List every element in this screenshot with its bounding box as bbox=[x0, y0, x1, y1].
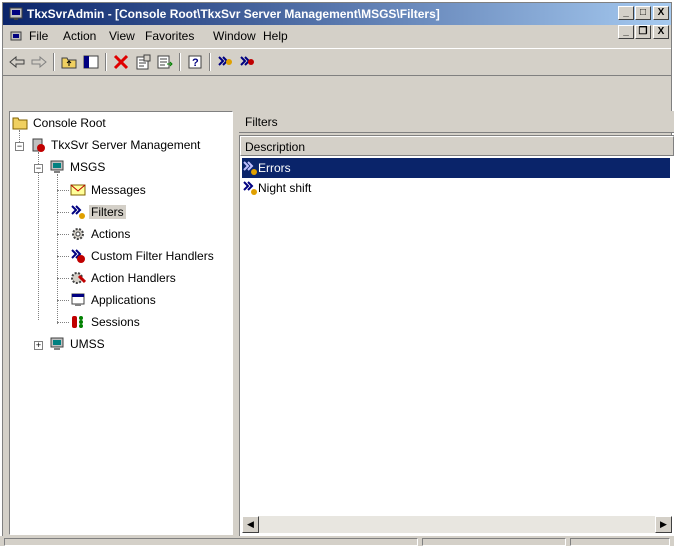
tree-item-label: Action Handlers bbox=[91, 271, 176, 285]
menu-file[interactable]: File bbox=[29, 29, 48, 43]
scroll-left-button[interactable]: ◀ bbox=[242, 516, 259, 533]
filter-icon bbox=[243, 181, 257, 195]
console-tree[interactable]: Console Root − TkxSvr Server Management … bbox=[9, 111, 233, 535]
forward-icon[interactable] bbox=[29, 53, 49, 71]
tree-item-label: UMSS bbox=[70, 337, 105, 351]
tree-item-umss[interactable]: UMSS bbox=[49, 335, 107, 353]
list-item[interactable]: Night shift bbox=[242, 178, 670, 198]
tree-item-applications[interactable]: Applications bbox=[70, 291, 158, 309]
filter-icon bbox=[71, 205, 85, 219]
tree-item-filters[interactable]: Filters bbox=[70, 203, 126, 221]
tree-connector bbox=[57, 174, 58, 324]
mdi-close-button[interactable]: X bbox=[653, 25, 669, 39]
status-pane bbox=[422, 538, 566, 546]
menu-view[interactable]: View bbox=[109, 29, 135, 43]
tree-item-actions[interactable]: Actions bbox=[70, 225, 132, 243]
title-bar[interactable]: TkxSvrAdmin - [Console Root\TkxSvr Serve… bbox=[3, 3, 671, 25]
tree-collapse-toggle[interactable]: − bbox=[15, 142, 24, 151]
toolbar-separator bbox=[105, 53, 107, 71]
minimize-button[interactable]: _ bbox=[618, 6, 634, 20]
mdi-restore-button[interactable]: ❐ bbox=[635, 25, 651, 39]
tree-item-msgs[interactable]: MSGS bbox=[49, 158, 107, 176]
tree-item-label: TkxSvr Server Management bbox=[51, 138, 201, 152]
envelope-icon bbox=[70, 184, 86, 196]
tree-connector bbox=[57, 278, 69, 279]
menu-window[interactable]: Window bbox=[213, 29, 256, 43]
properties-icon[interactable] bbox=[133, 53, 153, 71]
status-pane bbox=[570, 538, 670, 546]
tree-connector bbox=[57, 322, 69, 323]
custom-filter-icon bbox=[71, 249, 85, 263]
menu-bar: File Action View Favorites Window Help bbox=[3, 26, 671, 46]
tree-item-sessions[interactable]: Sessions bbox=[70, 313, 142, 331]
toolbar-separator bbox=[209, 53, 211, 71]
tree-item-tkxsvr-server-management[interactable]: TkxSvr Server Management bbox=[30, 136, 202, 154]
column-header-description[interactable]: Description bbox=[240, 136, 674, 156]
tree-item-label: Console Root bbox=[33, 116, 106, 130]
scroll-right-button[interactable]: ▶ bbox=[655, 516, 672, 533]
sessions-icon bbox=[72, 316, 83, 328]
export-list-icon[interactable] bbox=[155, 53, 175, 71]
tree-connector bbox=[57, 300, 69, 301]
gear-icon bbox=[72, 228, 84, 240]
tree-connector bbox=[38, 152, 39, 320]
tree-connector bbox=[57, 256, 69, 257]
tree-item-label: Actions bbox=[91, 227, 131, 241]
mdi-minimize-button[interactable]: _ bbox=[618, 25, 634, 39]
menu-help[interactable]: Help bbox=[263, 29, 288, 43]
tree-collapse-toggle[interactable]: − bbox=[34, 164, 43, 173]
window-title: TkxSvrAdmin - [Console Root\TkxSvr Serve… bbox=[27, 7, 440, 21]
horizontal-scrollbar[interactable]: ◀ ▶ bbox=[242, 516, 672, 533]
result-list[interactable]: Description Errors Night shift ◀ ▶ bbox=[239, 135, 674, 537]
status-bar bbox=[0, 536, 674, 546]
tree-item-messages[interactable]: Messages bbox=[70, 181, 148, 199]
folder-icon bbox=[12, 117, 28, 130]
toolbar: ? bbox=[3, 48, 671, 76]
tree-connector bbox=[57, 190, 69, 191]
tree-item-label: Filters bbox=[89, 205, 126, 219]
console-icon[interactable] bbox=[9, 29, 23, 43]
help-icon[interactable]: ? bbox=[185, 53, 205, 71]
maximize-button[interactable]: □ bbox=[635, 6, 651, 20]
up-folder-icon[interactable] bbox=[59, 53, 79, 71]
toolbar-separator bbox=[179, 53, 181, 71]
list-item-label: Errors bbox=[258, 161, 291, 175]
close-button[interactable]: X bbox=[653, 6, 669, 20]
tree-item-label: MSGS bbox=[70, 160, 106, 174]
svg-text:?: ? bbox=[192, 57, 199, 69]
filter-icon[interactable] bbox=[215, 53, 235, 71]
toolbar-separator bbox=[53, 53, 55, 71]
list-item-label: Night shift bbox=[258, 181, 312, 195]
tree-item-label: Messages bbox=[91, 183, 146, 197]
tree-connector bbox=[57, 234, 69, 235]
status-pane bbox=[4, 538, 418, 546]
menu-action[interactable]: Action bbox=[63, 29, 96, 43]
action-handler-icon bbox=[71, 272, 86, 284]
computer-icon bbox=[50, 160, 64, 173]
list-item[interactable]: Errors bbox=[242, 158, 670, 178]
show-hide-tree-icon[interactable] bbox=[81, 53, 101, 71]
filter-alt-icon[interactable] bbox=[237, 53, 257, 71]
tree-connector bbox=[57, 212, 69, 213]
tree-item-label: Sessions bbox=[91, 315, 140, 329]
filter-icon bbox=[243, 161, 257, 175]
tree-item-label: Custom Filter Handlers bbox=[91, 249, 214, 263]
back-icon[interactable] bbox=[7, 53, 27, 71]
tree-item-label: Applications bbox=[91, 293, 156, 307]
computer-icon bbox=[50, 337, 64, 350]
app-icon bbox=[9, 6, 23, 20]
main-window: TkxSvrAdmin - [Console Root\TkxSvr Serve… bbox=[2, 2, 674, 546]
result-pane: Filters Description Errors Night shift ◀… bbox=[239, 111, 674, 537]
tree-item-custom-filter-handlers[interactable]: Custom Filter Handlers bbox=[70, 247, 216, 265]
tree-item-console-root[interactable]: Console Root bbox=[12, 114, 108, 132]
result-pane-title: Filters bbox=[239, 111, 674, 133]
tree-item-action-handlers[interactable]: Action Handlers bbox=[70, 269, 178, 287]
server-icon bbox=[32, 138, 45, 152]
delete-icon[interactable] bbox=[111, 53, 131, 71]
tree-expand-toggle[interactable]: + bbox=[34, 341, 43, 350]
menu-favorites[interactable]: Favorites bbox=[145, 29, 194, 43]
application-icon bbox=[71, 293, 85, 306]
